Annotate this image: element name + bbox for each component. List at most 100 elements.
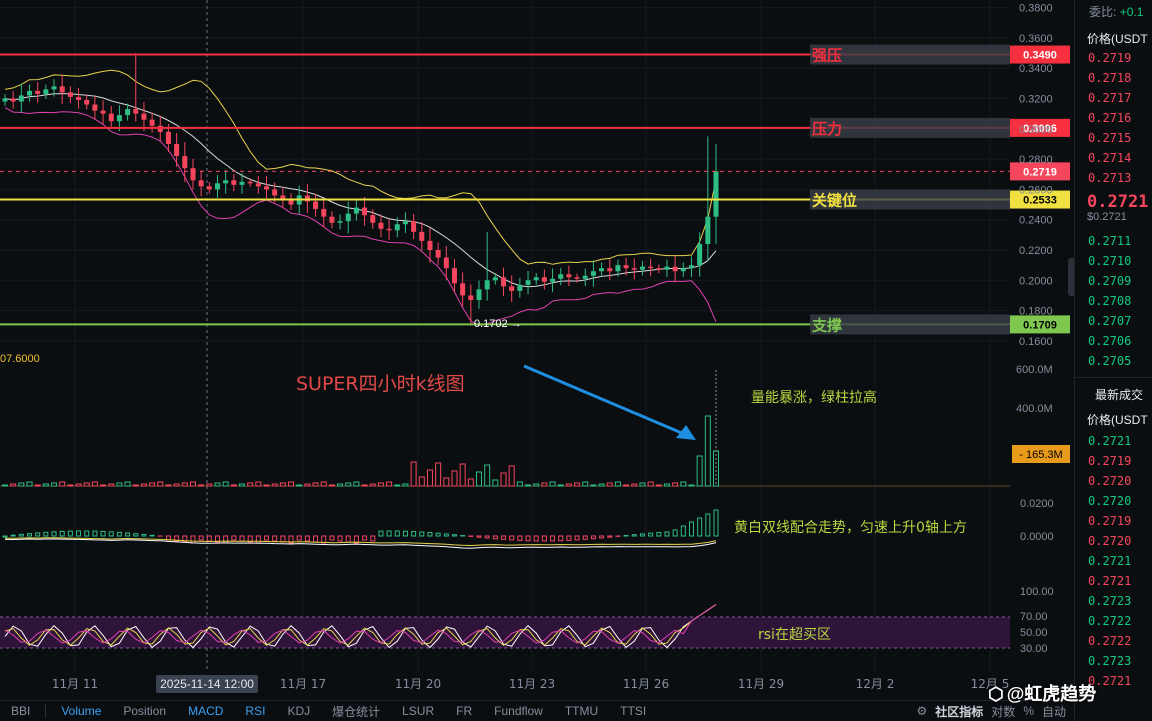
- bid-list: 0.2711 0.2710 0.2709 0.2708 0.2707 0.2706 0.27…: [1075, 231, 1152, 371]
- last-price: 0.2721: [1087, 192, 1149, 212]
- candle-body: [206, 186, 212, 190]
- time-tick-label: 11月 23: [509, 677, 555, 691]
- orderbook-row[interactable]: 0.2713: [1075, 168, 1152, 188]
- candle-body: [697, 243, 703, 266]
- candle-body: [615, 265, 621, 272]
- orderbook-row[interactable]: 0.2711: [1075, 231, 1152, 251]
- candle-body: [116, 115, 122, 122]
- indicator-tab[interactable]: KDJ: [276, 704, 321, 718]
- price-tick-label: 0.2800: [1019, 154, 1053, 166]
- volume-bar: [198, 484, 205, 487]
- volume-bar: [328, 484, 335, 487]
- orderbook-row[interactable]: 0.2710: [1075, 251, 1152, 271]
- volume-bar: [525, 484, 532, 487]
- candle-body: [443, 257, 449, 269]
- candle-body: [402, 221, 408, 225]
- trade-row: 0.2723: [1088, 594, 1132, 608]
- latest-trades-title[interactable]: 最新成交: [1075, 377, 1152, 409]
- price-tick-label: 0.3200: [1019, 93, 1053, 105]
- community-indicators-button[interactable]: 社区指标: [935, 703, 983, 720]
- orderbook-row[interactable]: 0.2718: [1075, 68, 1152, 88]
- candle-body: [43, 89, 49, 94]
- volume-bar: [132, 484, 139, 487]
- volume-bar: [688, 484, 695, 487]
- candle-body: [419, 231, 425, 241]
- orderbook-row[interactable]: 0.2719: [1075, 48, 1152, 68]
- time-tick-label: 11月 26: [623, 677, 669, 691]
- price-tick-label: 0.3600: [1019, 33, 1053, 45]
- orderbook-row[interactable]: 0.2716: [1075, 108, 1152, 128]
- indicator-tab[interactable]: BBI: [0, 704, 41, 718]
- candle-body: [149, 119, 155, 126]
- candle-body: [35, 90, 41, 94]
- candle-body: [174, 143, 180, 157]
- candle-body: [2, 98, 8, 102]
- indicator-tab[interactable]: FR: [445, 704, 483, 718]
- indicator-tab[interactable]: RSI: [234, 704, 276, 718]
- candle-body: [525, 280, 531, 285]
- indicator-tab[interactable]: TTSI: [609, 704, 657, 718]
- indicator-tab[interactable]: LSUR: [391, 704, 445, 718]
- candle-body: [84, 100, 90, 105]
- trade-row: 0.2720: [1088, 534, 1132, 548]
- indicator-tab[interactable]: TTMU: [554, 704, 609, 718]
- orderbook-row[interactable]: 0.2715: [1075, 128, 1152, 148]
- indicator-tab[interactable]: Fundflow: [483, 704, 554, 718]
- orderbook-row[interactable]: 0.2706: [1075, 331, 1152, 351]
- orderbook-row[interactable]: 0.2707: [1075, 311, 1152, 331]
- trade-row: 0.2721: [1088, 554, 1132, 568]
- crosshair-time-text: 2025-11-14 12:00: [160, 677, 254, 691]
- candle-body: [67, 92, 73, 97]
- price-tick-label: 0.2200: [1019, 245, 1053, 257]
- candle-body: [451, 268, 457, 284]
- price-tick-label: 0.2000: [1019, 275, 1053, 287]
- indicator-tab[interactable]: Position: [112, 704, 177, 718]
- trade-row: 0.2723: [1088, 654, 1132, 668]
- candle-body: [280, 195, 286, 199]
- settings-icon[interactable]: ⚙: [917, 704, 928, 718]
- percent-scale-toggle[interactable]: %: [1023, 704, 1034, 718]
- candle-body: [18, 95, 24, 102]
- candle-body: [509, 286, 515, 291]
- candle-body: [631, 268, 637, 270]
- volume-bar: [2, 484, 8, 487]
- candle-body: [468, 295, 474, 300]
- candle-body: [484, 280, 490, 290]
- candle-body: [688, 265, 694, 269]
- price-tick-label: 0.1800: [1019, 306, 1053, 318]
- candle-body: [435, 250, 441, 258]
- candle-body: [76, 96, 82, 100]
- indicator-tab[interactable]: MACD: [177, 704, 234, 718]
- order-ratio-label: 委比:: [1089, 5, 1117, 19]
- time-tick-label: 11月 29: [738, 677, 784, 691]
- candle-body: [378, 222, 384, 229]
- last-price-usd: $0.2721: [1087, 211, 1127, 223]
- candle-body: [92, 104, 98, 111]
- candle-body: [182, 156, 188, 169]
- tab-separator: [45, 704, 47, 718]
- price-tick-label: 0.3800: [1019, 3, 1053, 15]
- candle-body: [223, 180, 229, 184]
- level-label: 压力: [812, 120, 842, 138]
- orderbook-row[interactable]: 0.2714: [1075, 148, 1152, 168]
- chart-title: SUPER四小时k线图: [296, 373, 465, 395]
- candle-body: [607, 268, 613, 272]
- trade-row: 0.2722: [1088, 634, 1132, 648]
- volume-bar: [361, 484, 368, 487]
- indicator-tab[interactable]: Volume: [50, 704, 112, 718]
- orderbook-row[interactable]: 0.2709: [1075, 271, 1152, 291]
- candle-body: [501, 277, 507, 287]
- candle-body: [345, 213, 351, 222]
- indicator-tab[interactable]: 爆仓统计: [321, 703, 391, 720]
- orderbook-row[interactable]: 0.2717: [1075, 88, 1152, 108]
- orderbook-row[interactable]: 0.2705: [1075, 351, 1152, 371]
- indicator-tab-bar: BBI Volume Position MACD RSI KDJ 爆仓统计 LSUR FR Fun…: [0, 700, 1074, 721]
- orderbook-row[interactable]: 0.2708: [1075, 291, 1152, 311]
- candle-body: [165, 131, 171, 144]
- ask-price-header: 价格(USDT: [1087, 32, 1148, 46]
- candle-body: [664, 266, 670, 270]
- candle-body: [247, 181, 253, 184]
- trade-list: 0.2721 0.2719 0.2720 0.2720 0.2719 0.2720 0.27…: [1075, 431, 1152, 691]
- kline-chart[interactable]: 强压 0.3490压力 0.3006关键位 0.2533支撑 0.17090.27190…: [0, 0, 1074, 721]
- candle-body: [10, 98, 16, 102]
